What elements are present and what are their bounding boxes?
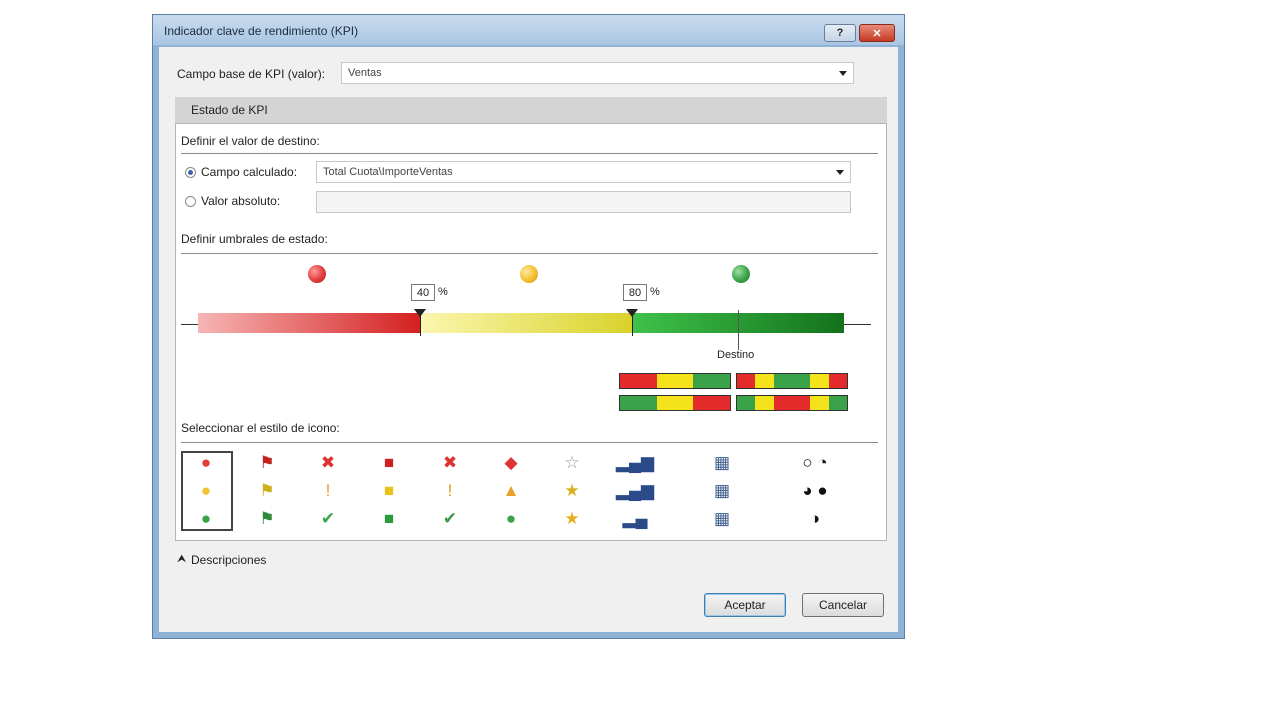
- red-status-icon: [308, 265, 326, 283]
- stars-icon: ☆: [564, 453, 580, 472]
- symbols-icon: ✖: [320, 453, 336, 472]
- stars-icon: ★: [564, 509, 580, 528]
- icon-style-heading: Seleccionar el estilo de icono:: [181, 421, 340, 435]
- cancel-button[interactable]: Cancelar: [802, 593, 884, 617]
- yellow-range-bar: [420, 313, 632, 333]
- pies-icon: ◕ ●: [802, 481, 828, 500]
- marks-icon: ✔: [442, 509, 458, 528]
- pies-icon: ◑: [809, 509, 821, 528]
- divider: [181, 153, 878, 154]
- window-title: Indicador clave de rendimiento (KPI): [164, 24, 359, 38]
- red-range-bar: [198, 313, 420, 333]
- calculated-field-value: Total Cuota\ImporteVentas: [323, 166, 453, 178]
- traffic-lights-icon: ■: [383, 453, 395, 472]
- calculated-field-radio[interactable]: [185, 167, 196, 178]
- help-button[interactable]: ?: [824, 24, 856, 42]
- traffic-lights-icon: ■: [383, 509, 395, 528]
- low-threshold-handle[interactable]: [414, 309, 426, 317]
- circles-icon: ●: [200, 481, 212, 500]
- traffic-lights-icon: ■: [383, 481, 395, 500]
- ok-button[interactable]: Aceptar: [704, 593, 786, 617]
- circles-icon: ●: [200, 453, 212, 472]
- chevron-up-icon[interactable]: ⮝: [177, 553, 186, 566]
- base-field-combobox[interactable]: Ventas: [341, 62, 854, 84]
- section-header: Estado de KPI: [175, 97, 887, 123]
- bars-icon: ▂▄▆: [615, 481, 655, 500]
- low-threshold-unit: %: [438, 286, 448, 298]
- scheme-red-yellow-green[interactable]: [619, 373, 731, 389]
- marks-icon: ✖: [442, 453, 458, 472]
- low-threshold-input[interactable]: 40: [411, 284, 435, 301]
- close-button[interactable]: ✕: [859, 24, 895, 42]
- high-threshold-handle[interactable]: [626, 309, 638, 317]
- boxes-icon: ▦: [713, 509, 731, 528]
- absolute-value-radio[interactable]: [185, 196, 196, 207]
- boxes-icon: ▦: [713, 481, 731, 500]
- flags-icon: ⚑: [259, 453, 275, 472]
- target-label: Destino: [717, 349, 755, 361]
- high-threshold-unit: %: [650, 286, 660, 298]
- flags-icon: ⚑: [259, 509, 275, 528]
- section-header-label: Estado de KPI: [191, 103, 268, 117]
- divider: [181, 442, 878, 443]
- scheme-red-yellow-green-yellow-red[interactable]: [736, 373, 848, 389]
- high-threshold-input[interactable]: 80: [623, 284, 647, 301]
- high-threshold-value: 80: [628, 286, 642, 299]
- marks-icon: !: [447, 481, 453, 500]
- boxes-icon: ▦: [713, 453, 731, 472]
- shapes-icon: ●: [505, 509, 517, 528]
- symbols-icon: !: [325, 481, 331, 500]
- base-field-label: Campo base de KPI (valor):: [177, 67, 326, 81]
- thresholds-heading: Definir umbrales de estado:: [181, 232, 328, 246]
- calculated-field-label: Campo calculado:: [201, 165, 298, 179]
- chevron-down-icon: [839, 71, 847, 76]
- ok-button-label: Aceptar: [724, 598, 766, 612]
- scheme-green-yellow-red[interactable]: [619, 395, 731, 411]
- bars-icon: ▂▄: [622, 509, 648, 528]
- shapes-icon: ◆: [504, 453, 518, 472]
- divider: [181, 253, 878, 254]
- shapes-icon: ▲: [502, 481, 520, 500]
- chevron-down-icon: [836, 170, 844, 175]
- absolute-value-label: Valor absoluto:: [201, 194, 281, 208]
- stars-icon: ★: [564, 481, 580, 500]
- target-heading: Definir el valor de destino:: [181, 134, 320, 148]
- low-threshold-value: 40: [416, 286, 430, 299]
- flags-icon: ⚑: [259, 481, 275, 500]
- symbols-icon: ✔: [320, 509, 336, 528]
- yellow-status-icon: [520, 265, 538, 283]
- close-icon: ✕: [872, 27, 882, 40]
- icon-style-grid: ● ● ● ⚑ ⚑ ⚑ ✖! ✔ ■ ■ ■ ✖! ✔ ◆ ▲ ● ☆ ★ ★ ▂▄▆ ▂▄▆ ▂▄ ▦ ▦ ▦ ○ ◔ ◕ ● ◑: [181, 451, 878, 531]
- title-bar: Indicador clave de rendimiento (KPI) ? ✕: [153, 15, 904, 45]
- bars-icon: ▂▄▆: [615, 453, 655, 472]
- scheme-green-yellow-red-yellow-green[interactable]: [736, 395, 848, 411]
- calculated-field-combobox[interactable]: Total Cuota\ImporteVentas: [316, 161, 851, 183]
- kpi-dialog: Indicador clave de rendimiento (KPI) ? ✕…: [152, 14, 905, 639]
- base-field-value: Ventas: [348, 67, 382, 79]
- pies-icon: ○ ◔: [802, 453, 828, 472]
- dialog-client-area: Campo base de KPI (valor): Ventas Estado…: [159, 47, 898, 632]
- green-status-icon: [732, 265, 750, 283]
- descriptions-toggle[interactable]: Descripciones: [191, 553, 266, 567]
- circles-icon: ●: [200, 509, 212, 528]
- target-marker: [738, 310, 739, 350]
- absolute-value-input[interactable]: [316, 191, 851, 213]
- cancel-button-label: Cancelar: [818, 598, 868, 612]
- help-icon: ?: [836, 27, 844, 39]
- kpi-status-panel: Definir el valor de destino: Campo calcu…: [175, 123, 887, 541]
